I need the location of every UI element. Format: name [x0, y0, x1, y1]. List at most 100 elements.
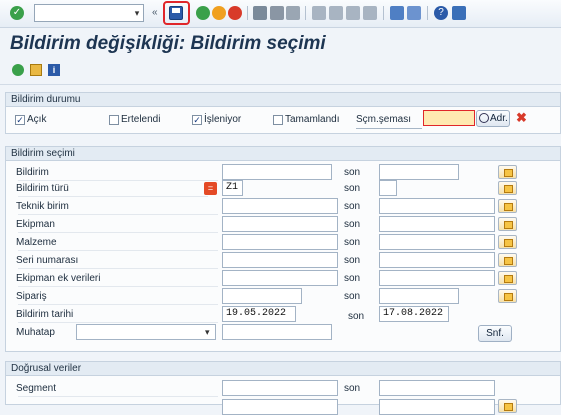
linear-data-group-title: Doğrusal veriler [6, 362, 560, 376]
checkbox-completed-label: Tamamlandı [285, 114, 340, 125]
equipment-additional-data-from-input[interactable] [222, 270, 338, 286]
notification-date-from-input[interactable]: 19.05.2022 [222, 306, 296, 322]
son-label: son [344, 383, 361, 394]
order-from-input[interactable] [222, 288, 302, 304]
son-label: son [344, 255, 361, 266]
command-field[interactable] [34, 4, 144, 22]
previous-page-icon[interactable] [329, 6, 343, 20]
next-row-to-input[interactable] [379, 399, 495, 415]
new-session-icon[interactable] [390, 6, 404, 20]
scheme-input[interactable] [423, 110, 475, 126]
checkbox-completed[interactable] [273, 115, 283, 125]
material-from-input[interactable] [222, 234, 338, 250]
son-label: son [344, 167, 361, 178]
checkbox-open[interactable]: ✓ [15, 115, 25, 125]
label-material: Malzeme [16, 237, 57, 248]
multiple-selection-icon[interactable] [498, 253, 517, 267]
technical-object-to-input[interactable] [379, 198, 495, 214]
save-icon[interactable] [169, 6, 183, 20]
selection-group-title: Bildirim seçimi [6, 147, 560, 161]
checkbox-in-process[interactable]: ✓ [192, 115, 202, 125]
equipment-to-input[interactable] [379, 216, 495, 232]
notification-type-to-input[interactable] [379, 180, 397, 196]
checkbox-in-process-label: İşleniyor [204, 114, 242, 125]
notification-from-input[interactable] [222, 164, 332, 180]
help-icon[interactable]: ? [434, 6, 448, 20]
info-icon[interactable]: i [48, 64, 60, 76]
linear-data-group: Doğrusal veriler Segment son [5, 361, 561, 415]
label-partner: Muhatap [16, 327, 55, 338]
serial-number-from-input[interactable] [222, 252, 338, 268]
multiple-selection-icon[interactable] [498, 271, 517, 285]
label-segment: Segment [16, 383, 57, 394]
search-icon [479, 113, 489, 123]
system-toolbar: ✓ ▾ « ? [0, 0, 561, 28]
notification-type-from-input[interactable]: Z1 [222, 180, 243, 196]
label-serial-number: Seri numarası [16, 255, 79, 266]
exit-icon[interactable] [212, 6, 226, 20]
son-label: son [348, 311, 365, 322]
label-notification: Bildirim [16, 167, 49, 178]
selection-option-icon[interactable]: = [204, 182, 217, 195]
print-icon[interactable] [253, 6, 267, 20]
notification-to-input[interactable] [379, 164, 459, 180]
son-label: son [344, 273, 361, 284]
multiple-selection-icon[interactable] [498, 165, 517, 179]
label-equipment: Ekipman [16, 219, 55, 230]
notification-date-to-input[interactable]: 17.08.2022 [379, 306, 449, 322]
son-label: son [344, 201, 361, 212]
equipment-from-input[interactable] [222, 216, 338, 232]
get-variant-icon[interactable] [30, 64, 42, 76]
multiple-selection-icon[interactable] [498, 399, 517, 413]
command-dropdown-icon[interactable]: ▾ [130, 4, 144, 22]
adr-button[interactable]: Adr. [476, 110, 510, 127]
shortcut-icon[interactable] [407, 6, 421, 20]
son-label: son [344, 237, 361, 248]
order-to-input[interactable] [379, 288, 459, 304]
partner-input[interactable] [222, 324, 332, 340]
scheme-label: Sçm.şeması [356, 114, 412, 125]
multiple-selection-icon[interactable] [498, 235, 517, 249]
delete-icon[interactable]: ✖ [516, 110, 527, 126]
checkbox-open-label: Açık [27, 114, 47, 125]
label-notification-type: Bildirim türü [16, 183, 69, 194]
checkbox-postponed[interactable] [109, 115, 119, 125]
partner-role-select[interactable] [76, 324, 216, 340]
chevron-down-icon[interactable]: ▾ [205, 327, 210, 338]
checkbox-postponed-label: Ertelendi [121, 114, 161, 125]
cancel-icon[interactable] [228, 6, 242, 20]
son-label: son [344, 219, 361, 230]
back-icon[interactable] [196, 6, 210, 20]
serial-number-to-input[interactable] [379, 252, 495, 268]
multiple-selection-icon[interactable] [498, 199, 517, 213]
equipment-additional-data-to-input[interactable] [379, 270, 495, 286]
find-next-icon[interactable] [286, 6, 300, 20]
segment-to-input[interactable] [379, 380, 495, 396]
selection-group: Bildirim seçimi Bildirim son Bildirim tü… [5, 146, 561, 352]
label-equipment-additional-data: Ekipman ek verileri [16, 273, 101, 284]
enter-icon[interactable]: ✓ [10, 6, 24, 20]
next-row-from-input[interactable] [222, 399, 338, 415]
find-icon[interactable] [270, 6, 284, 20]
status-group-title: Bildirim durumu [6, 93, 560, 107]
collapse-icon[interactable]: « [152, 7, 158, 18]
page-title: Bildirim değişikliği: Bildirim seçimi [10, 33, 326, 54]
segment-from-input[interactable] [222, 380, 338, 396]
status-group: Bildirim durumu ✓ Açık Ertelendi ✓ İşlen… [5, 92, 561, 134]
application-toolbar: i [0, 57, 561, 85]
son-label: son [344, 183, 361, 194]
material-to-input[interactable] [379, 234, 495, 250]
multiple-selection-icon[interactable] [498, 217, 517, 231]
multiple-selection-icon[interactable] [498, 181, 517, 195]
first-page-icon[interactable] [312, 6, 326, 20]
label-order: Sipariş [16, 291, 47, 302]
multiple-selection-icon[interactable] [498, 289, 517, 303]
next-page-icon[interactable] [346, 6, 360, 20]
execute-icon[interactable] [12, 64, 24, 76]
son-label: son [344, 291, 361, 302]
label-technical-object: Teknik birim [16, 201, 69, 212]
snf-button[interactable]: Snf. [478, 325, 512, 342]
last-page-icon[interactable] [363, 6, 377, 20]
customize-layout-icon[interactable] [452, 6, 466, 20]
technical-object-from-input[interactable] [222, 198, 338, 214]
